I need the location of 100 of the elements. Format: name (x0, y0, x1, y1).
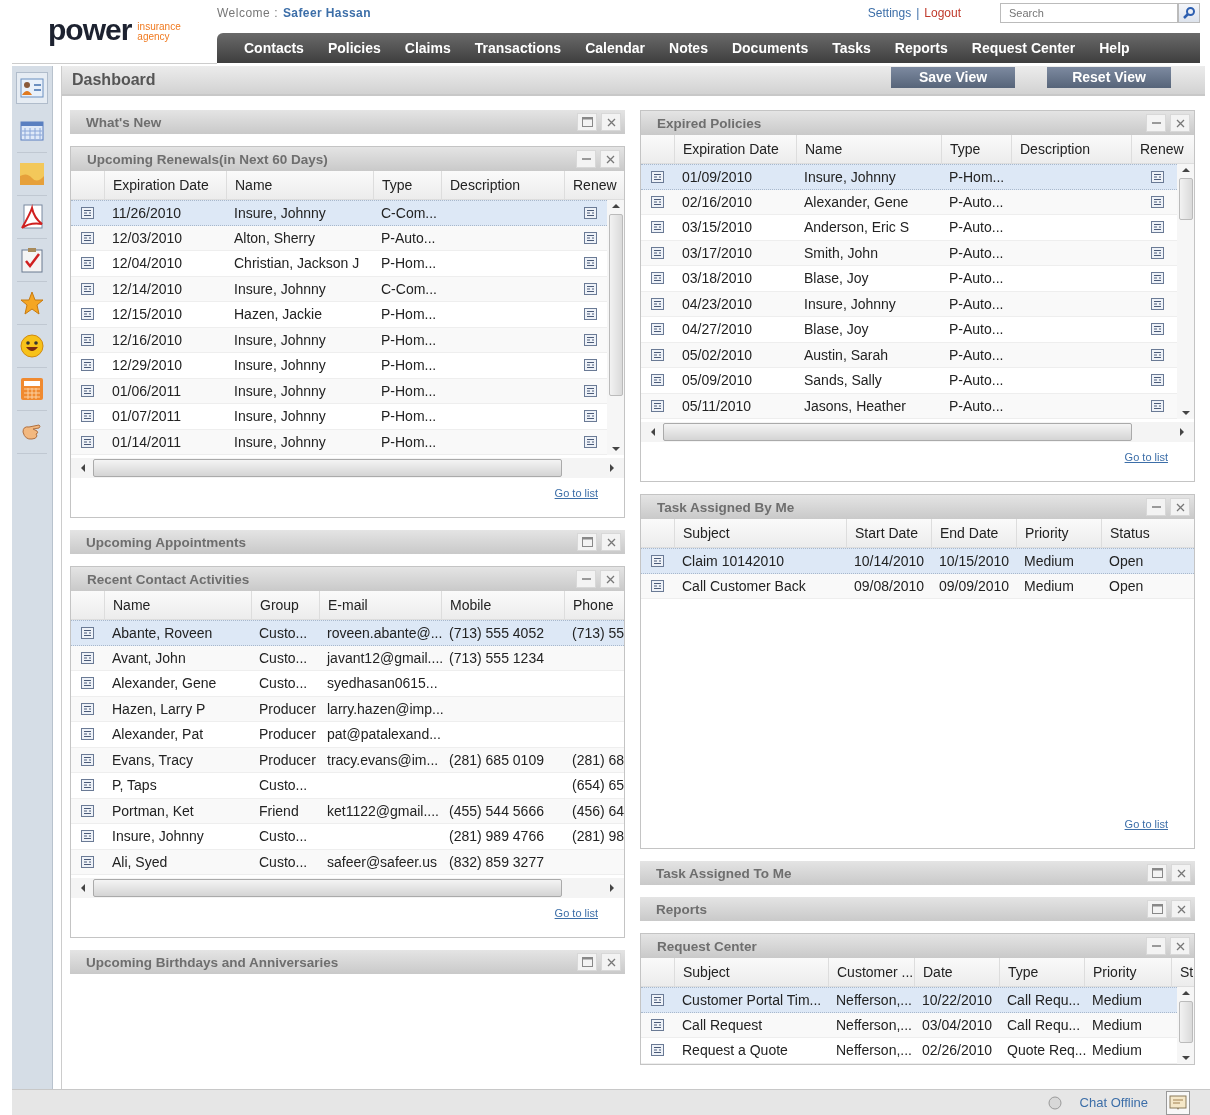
record-icon[interactable] (651, 170, 664, 183)
record-icon[interactable] (651, 348, 664, 361)
record-icon[interactable] (81, 626, 94, 639)
table-row[interactable]: 01/07/2011 Insure, Johnny P-Hom... (71, 404, 607, 430)
record-icon[interactable] (1151, 195, 1164, 208)
record-icon[interactable] (81, 206, 94, 219)
record-icon[interactable] (81, 779, 94, 792)
record-icon[interactable] (81, 702, 94, 715)
record-icon[interactable] (584, 410, 597, 423)
go-to-list-link[interactable]: Go to list (554, 487, 598, 499)
column-header[interactable]: Description (1011, 135, 1131, 163)
column-header[interactable]: Subject (674, 958, 828, 986)
table-row[interactable]: Claim 10142010 10/14/2010 10/15/2010 Medium Open (641, 548, 1194, 574)
record-icon[interactable] (584, 257, 597, 270)
record-icon[interactable] (584, 206, 597, 219)
nav-tab[interactable]: Tasks (820, 40, 883, 56)
close-button[interactable] (601, 953, 621, 971)
table-row[interactable]: Call Request Nefferson,... 03/04/2010 Call Requ... Medium (641, 1012, 1177, 1038)
search-field[interactable]: Search (1000, 3, 1178, 23)
nav-tab[interactable]: Help (1087, 40, 1142, 56)
record-icon[interactable] (651, 993, 664, 1006)
nav-tab[interactable]: Policies (315, 40, 393, 56)
column-header[interactable]: Status (1101, 519, 1176, 547)
close-button[interactable] (600, 570, 620, 588)
go-to-list-link[interactable]: Go to list (1124, 451, 1168, 463)
table-row[interactable]: Alexander, Gene Custo... syedhasan0615... (71, 671, 624, 697)
record-icon[interactable] (1151, 374, 1164, 387)
table-row[interactable]: Alexander, Pat Producer pat@patalexand... (71, 722, 624, 748)
record-icon[interactable] (81, 359, 94, 372)
table-row[interactable]: 05/09/2010 Sands, Sally P-Auto... (641, 368, 1177, 394)
chat-button[interactable] (1166, 1090, 1190, 1115)
table-row[interactable]: 05/02/2010 Austin, Sarah P-Auto... (641, 342, 1177, 368)
column-header[interactable]: Subject (674, 519, 846, 547)
table-row[interactable]: 12/29/2010 Insure, Johnny P-Hom... (71, 353, 607, 379)
table-row[interactable]: 05/11/2010 Jasons, Heather P-Auto... (641, 393, 1177, 419)
table-row[interactable]: Call Customer Back 09/08/2010 09/09/2010 Medium Open (641, 573, 1194, 599)
record-icon[interactable] (81, 308, 94, 321)
column-header[interactable]: Type (373, 171, 441, 199)
record-icon[interactable] (81, 435, 94, 448)
record-icon[interactable] (584, 308, 597, 321)
record-icon[interactable] (1151, 399, 1164, 412)
table-row[interactable]: 01/14/2011 Insure, Johnny P-Hom... (71, 429, 607, 455)
record-icon[interactable] (81, 830, 94, 843)
record-icon[interactable] (81, 753, 94, 766)
nav-tab[interactable]: Documents (719, 40, 821, 56)
minimize-button[interactable] (576, 570, 596, 588)
record-icon[interactable] (584, 359, 597, 372)
column-header[interactable]: Phone (564, 591, 624, 619)
close-button[interactable] (1170, 937, 1190, 955)
column-header[interactable]: Mobile (441, 591, 564, 619)
nav-tab[interactable]: Contacts (232, 40, 316, 56)
close-button[interactable] (1170, 498, 1190, 516)
settings-link[interactable]: Settings (867, 6, 912, 20)
record-icon[interactable] (584, 231, 597, 244)
record-icon[interactable] (1151, 323, 1164, 336)
maximize-button[interactable] (1147, 864, 1167, 882)
record-icon[interactable] (81, 282, 94, 295)
record-icon[interactable] (1151, 221, 1164, 234)
column-header[interactable]: End Date (931, 519, 1016, 547)
column-header[interactable]: Name (226, 171, 373, 199)
go-to-list-link[interactable]: Go to list (554, 907, 598, 919)
table-row[interactable]: Insure, Johnny Custo... (281) 989 4766 (281) 98 (71, 824, 624, 850)
table-row[interactable]: 03/17/2010 Smith, John P-Auto... (641, 240, 1177, 266)
record-icon[interactable] (81, 677, 94, 690)
table-row[interactable]: 03/18/2010 Blase, Joy P-Auto... (641, 266, 1177, 292)
table-row[interactable]: P, Taps Custo... (654) 65 (71, 773, 624, 799)
record-icon[interactable] (651, 297, 664, 310)
column-header[interactable]: Renew (564, 171, 624, 199)
record-icon[interactable] (81, 651, 94, 664)
nav-tab[interactable]: Transactions (462, 40, 574, 56)
record-icon[interactable] (81, 855, 94, 868)
column-header[interactable]: Priority (1016, 519, 1101, 547)
logout-link[interactable]: Logout (924, 6, 961, 20)
go-to-list-link[interactable]: Go to list (1124, 818, 1168, 830)
nav-tab[interactable]: Request Center (959, 40, 1088, 56)
nav-tab[interactable]: Notes (657, 40, 720, 56)
table-row[interactable]: 12/16/2010 Insure, Johnny P-Hom... (71, 327, 607, 353)
column-header[interactable]: Expiration Date (104, 171, 226, 199)
table-row[interactable]: 04/23/2010 Insure, Johnny P-Auto... (641, 291, 1177, 317)
record-icon[interactable] (81, 257, 94, 270)
record-icon[interactable] (1151, 246, 1164, 259)
table-row[interactable]: 03/15/2010 Anderson, Eric S P-Auto... (641, 215, 1177, 241)
nav-tab[interactable]: Reports (882, 40, 960, 56)
column-header[interactable]: Date (914, 958, 999, 986)
column-header[interactable]: Customer ... (828, 958, 914, 986)
record-icon[interactable] (81, 804, 94, 817)
close-button[interactable] (601, 113, 621, 131)
close-button[interactable] (1170, 114, 1190, 132)
record-icon[interactable] (651, 272, 664, 285)
column-header[interactable]: Description (441, 171, 564, 199)
column-header[interactable]: Type (941, 135, 1011, 163)
maximize-button[interactable] (577, 953, 597, 971)
table-row[interactable]: 01/06/2011 Insure, Johnny P-Hom... (71, 378, 607, 404)
minimize-button[interactable] (1146, 114, 1166, 132)
record-icon[interactable] (651, 195, 664, 208)
horizontal-scrollbar[interactable] (71, 458, 624, 478)
table-row[interactable]: Portman, Ket Friend ket1122@gmail.... (455) 544 5666 (456) 64 (71, 798, 624, 824)
record-icon[interactable] (584, 333, 597, 346)
horizontal-scrollbar[interactable] (71, 878, 624, 898)
user-name-link[interactable]: Safeer Hassan (282, 6, 371, 20)
